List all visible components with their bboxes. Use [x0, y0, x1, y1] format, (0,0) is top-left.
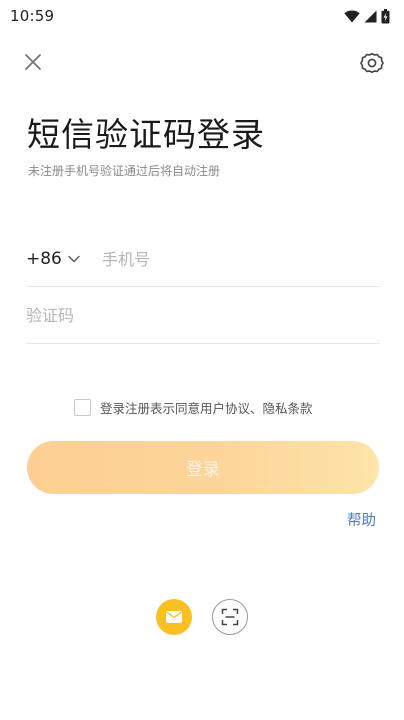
agreement-text: 登录注册表示同意用户协议、隐私条款	[100, 398, 313, 417]
alternative-login	[156, 599, 248, 635]
phone-input[interactable]	[102, 249, 352, 269]
agreement: 登录注册表示同意用户协议、隐私条款	[74, 398, 313, 417]
page-title: 短信验证码登录	[27, 115, 265, 154]
battery-icon	[381, 8, 390, 23]
agreement-separator: 、	[250, 401, 263, 416]
user-agreement-link[interactable]: 用户协议	[200, 401, 250, 416]
settings-button[interactable]	[359, 50, 385, 76]
country-code-selector[interactable]: +86	[26, 249, 102, 269]
status-time: 10:59	[10, 7, 55, 25]
gear-icon	[360, 52, 384, 74]
email-login-button[interactable]	[156, 599, 192, 635]
wifi-icon	[344, 10, 360, 22]
agreement-prefix: 登录注册表示同意	[100, 401, 201, 416]
login-button-label: 登录	[186, 460, 220, 480]
agreement-checkbox[interactable]	[74, 399, 91, 416]
mail-icon	[166, 611, 182, 623]
privacy-policy-link[interactable]: 隐私条款	[263, 401, 313, 416]
phone-row: +86	[26, 232, 380, 287]
scan-icon	[221, 608, 239, 626]
page-subtitle: 未注册手机号验证通过后将自动注册	[28, 164, 221, 178]
country-code-label: +86	[26, 249, 62, 269]
verification-code-input[interactable]	[26, 306, 276, 325]
close-button[interactable]	[21, 50, 45, 74]
status-bar: 10:59	[0, 0, 404, 32]
code-row	[26, 288, 380, 344]
close-icon	[25, 54, 41, 70]
cellular-signal-icon	[364, 10, 377, 22]
scan-login-button[interactable]	[212, 599, 248, 635]
login-button[interactable]: 登录	[27, 441, 379, 494]
login-screen: 10:59 短信验证码登录 未注册手机号验证通过后将自动注册 +86 手机号 验…	[0, 0, 404, 720]
chevron-down-icon	[68, 255, 80, 263]
status-icons	[344, 8, 390, 24]
help-link[interactable]: 帮助	[347, 509, 376, 530]
